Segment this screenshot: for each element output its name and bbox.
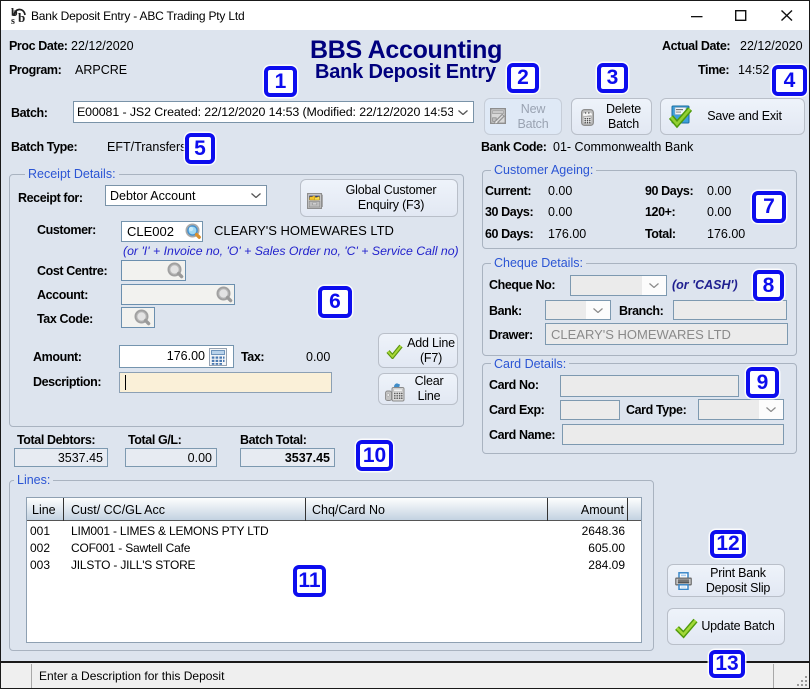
svg-text:s: s	[11, 16, 15, 25]
svg-text:b: b	[18, 10, 25, 25]
